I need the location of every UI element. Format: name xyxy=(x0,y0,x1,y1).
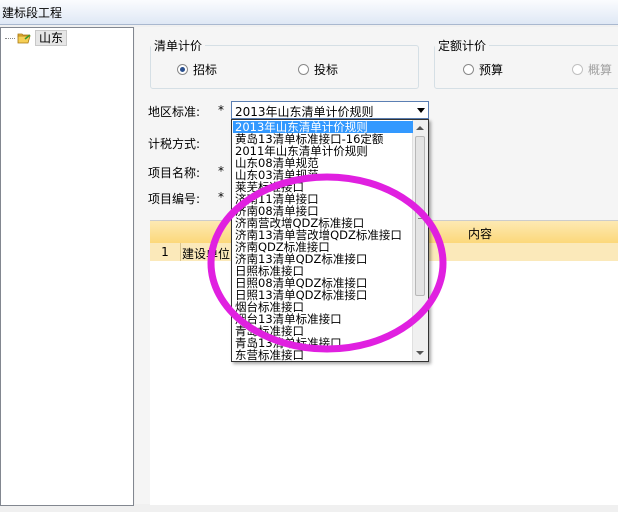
radio-dot-icon xyxy=(177,64,188,75)
region-tree[interactable]: 山东 xyxy=(0,27,134,506)
radio-bid[interactable]: 投标 xyxy=(298,61,338,78)
region-label: 地区标准: xyxy=(148,105,201,119)
row-cell: 建设单位 xyxy=(182,247,231,261)
project-code-label: 项目编号: xyxy=(148,192,201,206)
grip-icon xyxy=(418,211,423,219)
grid-header-content: 内容 xyxy=(468,227,493,241)
radio-dot-icon xyxy=(298,64,309,75)
pricing-group-legend: 清单计价 xyxy=(154,39,203,53)
radio-label: 预算 xyxy=(479,63,504,77)
scroll-down-icon[interactable] xyxy=(416,351,424,355)
radio-dot-icon xyxy=(463,64,474,75)
chevron-down-icon[interactable] xyxy=(417,108,425,113)
required-mark: * xyxy=(218,103,224,117)
folder-open-icon xyxy=(17,33,31,44)
radio-label: 投标 xyxy=(314,63,339,77)
radio-budget[interactable]: 预算 xyxy=(463,61,503,78)
region-select-value: 2013年山东清单计价规则 xyxy=(235,105,374,119)
project-name-label: 项目名称: xyxy=(148,166,201,180)
region-select[interactable]: 2013年山东清单计价规则 xyxy=(231,101,429,119)
tree-node-label: 山东 xyxy=(35,30,68,46)
tree-connector xyxy=(5,37,15,39)
radio-estimate[interactable]: 概算 xyxy=(572,61,612,78)
scroll-thumb[interactable] xyxy=(415,136,425,296)
radio-dot-icon xyxy=(572,64,583,75)
tax-label: 计税方式: xyxy=(148,137,201,151)
radio-label: 招标 xyxy=(193,63,218,77)
radio-tender[interactable]: 招标 xyxy=(177,61,217,78)
quota-group-legend: 定额计价 xyxy=(438,39,487,53)
radio-label: 概算 xyxy=(588,63,613,77)
region-dropdown-list[interactable]: 2013年山东清单计价规则 黄岛13清单标准接口-16定额 2011年山东清单计价规… xyxy=(231,119,429,362)
tree-node-root[interactable]: 山东 xyxy=(5,30,68,46)
window-title: 建标段工程 xyxy=(2,6,63,20)
dropdown-scrollbar[interactable] xyxy=(412,120,428,361)
row-number: 1 xyxy=(150,243,181,261)
required-mark: * xyxy=(218,190,224,204)
window-titlebar: 建标段工程 xyxy=(0,0,618,25)
scroll-up-icon[interactable] xyxy=(416,126,424,130)
required-mark: * xyxy=(218,164,224,178)
dropdown-item[interactable]: 东营标准接口 xyxy=(233,349,304,361)
